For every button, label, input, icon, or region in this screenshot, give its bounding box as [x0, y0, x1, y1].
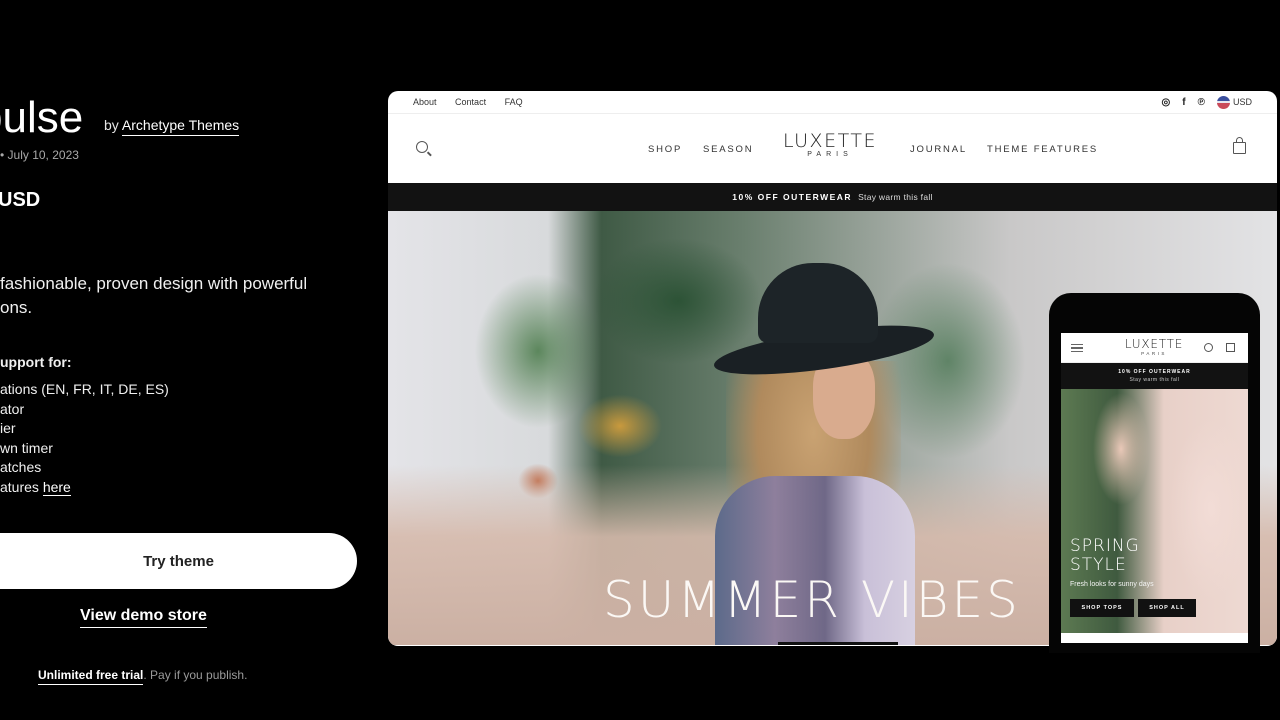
support-list: ations (EN, FR, IT, DE, ES) ator ier wn … — [0, 380, 169, 498]
cart-icon[interactable] — [1233, 137, 1246, 154]
hero-model-hat — [711, 263, 937, 385]
preview-link-about[interactable]: About — [413, 97, 437, 107]
mobile-hero-title: SPRING STYLE — [1070, 537, 1140, 575]
hero-slide-indicator[interactable] — [778, 642, 898, 645]
hero-title: SUMMER VIBES — [603, 571, 1021, 629]
author-link[interactable]: Archetype Themes — [121, 117, 240, 136]
mobile-shop-tops-button[interactable]: SHOP TOPS — [1070, 599, 1134, 617]
preview-announcement-bar: 10% OFF OUTERWEAR Stay warm this fall — [388, 183, 1277, 211]
search-icon[interactable] — [416, 141, 428, 153]
mobile-screen: LUXETTE PARIS 10% OFF OUTERWEAR Stay war… — [1061, 333, 1248, 643]
preview-link-contact[interactable]: Contact — [455, 97, 486, 107]
preview-nav-shop[interactable]: SHOP — [648, 144, 682, 155]
trial-note: Unlimited free trial. Pay if you publish… — [38, 668, 248, 685]
logo-sub: PARIS — [807, 151, 853, 158]
preview-topbar: About Contact FAQ ◎ f ℗ USD — [388, 91, 1277, 114]
preview-topbar-right: ◎ f ℗ USD — [1162, 95, 1252, 109]
mobile-logo[interactable]: LUXETTE PARIS — [1121, 337, 1187, 356]
support-item: wn timer — [0, 439, 53, 456]
support-item: ier — [0, 420, 16, 437]
preview-top-links: About Contact FAQ — [413, 97, 539, 107]
trial-suffix: . Pay if you publish. — [143, 668, 248, 682]
features-prefix: atures — [0, 478, 43, 495]
by-prefix: by — [104, 117, 119, 133]
author-line: by Archetype Themes — [104, 117, 240, 136]
preview-header: SHOP SEASON LUXETTE PARIS JOURNAL THEME … — [388, 114, 1277, 183]
support-heading: upport for: — [0, 354, 72, 370]
mobile-announcement-bar: 10% OFF OUTERWEAR Stay warm this fall — [1061, 363, 1248, 389]
preview-logo[interactable]: LUXETTE PARIS — [779, 130, 881, 158]
theme-name: pulse — [0, 93, 84, 142]
support-item-features: atures here — [0, 478, 169, 498]
mobile-logo-sub: PARIS — [1141, 351, 1167, 356]
mobile-logo-main: LUXETTE — [1124, 337, 1184, 351]
facebook-icon[interactable]: f — [1182, 97, 1185, 108]
preview-nav-season[interactable]: SEASON — [703, 144, 753, 155]
mobile-announcement-bold: 10% OFF OUTERWEAR — [1118, 369, 1191, 375]
features-here-link[interactable]: here — [42, 478, 71, 496]
mobile-shop-all-button[interactable]: SHOP ALL — [1138, 599, 1196, 617]
support-item: ator — [0, 400, 25, 417]
mobile-header: LUXETTE PARIS — [1061, 333, 1248, 363]
view-demo-store-link[interactable]: View demo store — [80, 607, 207, 628]
theme-meta: • July 10, 2023 — [0, 148, 79, 162]
mobile-cart-icon[interactable] — [1226, 343, 1235, 352]
mobile-hero-title-line: SPRING — [1070, 536, 1140, 556]
theme-price: USD — [0, 189, 41, 211]
preview-link-faq[interactable]: FAQ — [505, 97, 523, 107]
logo-main: LUXETTE — [783, 130, 877, 152]
mobile-preview: LUXETTE PARIS 10% OFF OUTERWEAR Stay war… — [1049, 293, 1260, 653]
pinterest-icon[interactable]: ℗ — [1198, 97, 1205, 108]
support-item: atches — [0, 459, 42, 476]
preview-nav-theme-features[interactable]: THEME FEATURES — [987, 144, 1098, 155]
theme-description: fashionable, proven design with powerful… — [0, 272, 360, 320]
mobile-hero-subtitle: Fresh looks for sunny days — [1070, 581, 1154, 588]
mobile-announcement-text: Stay warm this fall — [1129, 377, 1180, 383]
currency-selector[interactable]: USD — [1216, 95, 1252, 109]
mobile-hero-title-line: STYLE — [1070, 555, 1127, 575]
hat-crown — [758, 263, 878, 343]
announcement-bold: 10% OFF OUTERWEAR — [732, 192, 853, 202]
announcement-text: Stay warm this fall — [858, 192, 933, 202]
currency-label: USD — [1232, 96, 1252, 107]
mobile-bottom-strip — [1061, 633, 1248, 643]
mobile-hero-image: SPRING STYLE Fresh looks for sunny days … — [1061, 389, 1248, 633]
instagram-icon[interactable]: ◎ — [1162, 97, 1171, 108]
us-flag-icon — [1216, 95, 1230, 109]
mobile-search-icon[interactable] — [1204, 343, 1213, 352]
unlimited-trial-link[interactable]: Unlimited free trial — [38, 668, 144, 685]
support-item: ations (EN, FR, IT, DE, ES) — [0, 381, 169, 397]
hamburger-menu-icon[interactable] — [1071, 344, 1083, 352]
description-line: fashionable, proven design with powerful — [0, 274, 308, 293]
preview-nav-journal[interactable]: JOURNAL — [910, 144, 967, 155]
description-line: ons. — [0, 298, 33, 317]
theme-info-panel: pulse by Archetype Themes • July 10, 202… — [0, 0, 380, 720]
try-theme-button[interactable]: Try theme — [0, 533, 357, 589]
